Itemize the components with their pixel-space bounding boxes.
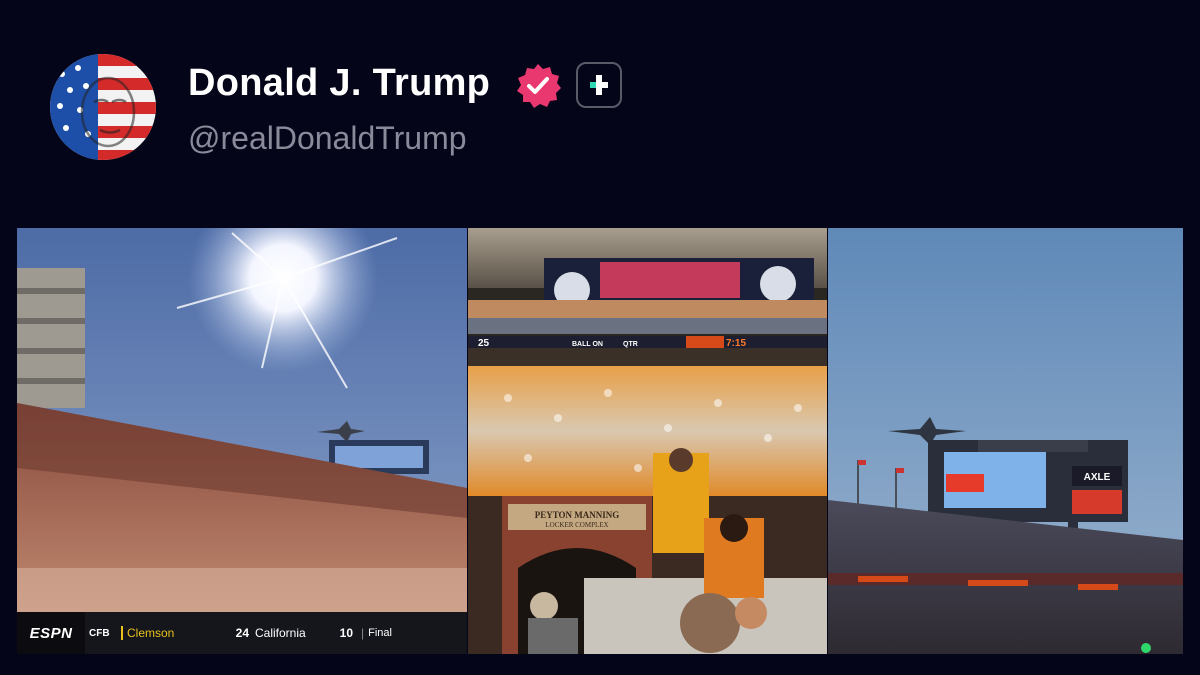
gate-sign-line2: LOCKER COMPLEX — [545, 521, 608, 529]
scoreboard-clock: 7:15 — [726, 338, 746, 349]
display-name[interactable]: Donald J. Trump — [188, 62, 490, 105]
game-status: Final — [368, 627, 392, 639]
media-photo-center[interactable]: 25 BALL ON QTR 7:15 PEYTON MANNING LOCKE… — [468, 228, 827, 654]
stadium-crowd-photo: 25 BALL ON QTR 7:15 PEYTON MANNING LOCKE… — [468, 228, 827, 654]
sponsor-label: AXLE — [1084, 472, 1111, 483]
team1-score: 24 — [235, 626, 249, 640]
gate-sign-line1: PEYTON MANNING — [535, 510, 620, 520]
follow-button[interactable] — [576, 62, 622, 108]
team2-name: California — [255, 626, 306, 640]
plus-icon — [590, 75, 608, 95]
team-divider — [121, 626, 123, 640]
espn-logo: ESPN — [17, 612, 85, 654]
user-handle[interactable]: @realDonaldTrump — [188, 120, 467, 157]
scoreboard-qtr: QTR — [623, 341, 638, 348]
scoreboard-ball-on: BALL ON — [572, 341, 603, 348]
league-label: CFB — [89, 627, 110, 639]
stadium-sun-photo — [17, 228, 467, 654]
scoreboard-score-left: 25 — [478, 338, 490, 349]
team1-name: Clemson — [127, 626, 175, 640]
status-separator: | — [361, 626, 365, 640]
media-photo-left[interactable]: ESPN CFB Clemson 24 California 10 | Fina… — [17, 228, 467, 654]
verified-badge-icon — [514, 62, 562, 110]
avatar[interactable] — [50, 54, 156, 160]
team2-score: 10 — [339, 626, 353, 640]
scoreboard-ticker: ESPN CFB Clemson 24 California 10 | Fina… — [17, 612, 467, 654]
flag-face-avatar-image — [50, 54, 156, 160]
media-photo-right[interactable]: AXLE — [828, 228, 1183, 654]
stadium-flyover-photo: AXLE — [828, 228, 1183, 654]
